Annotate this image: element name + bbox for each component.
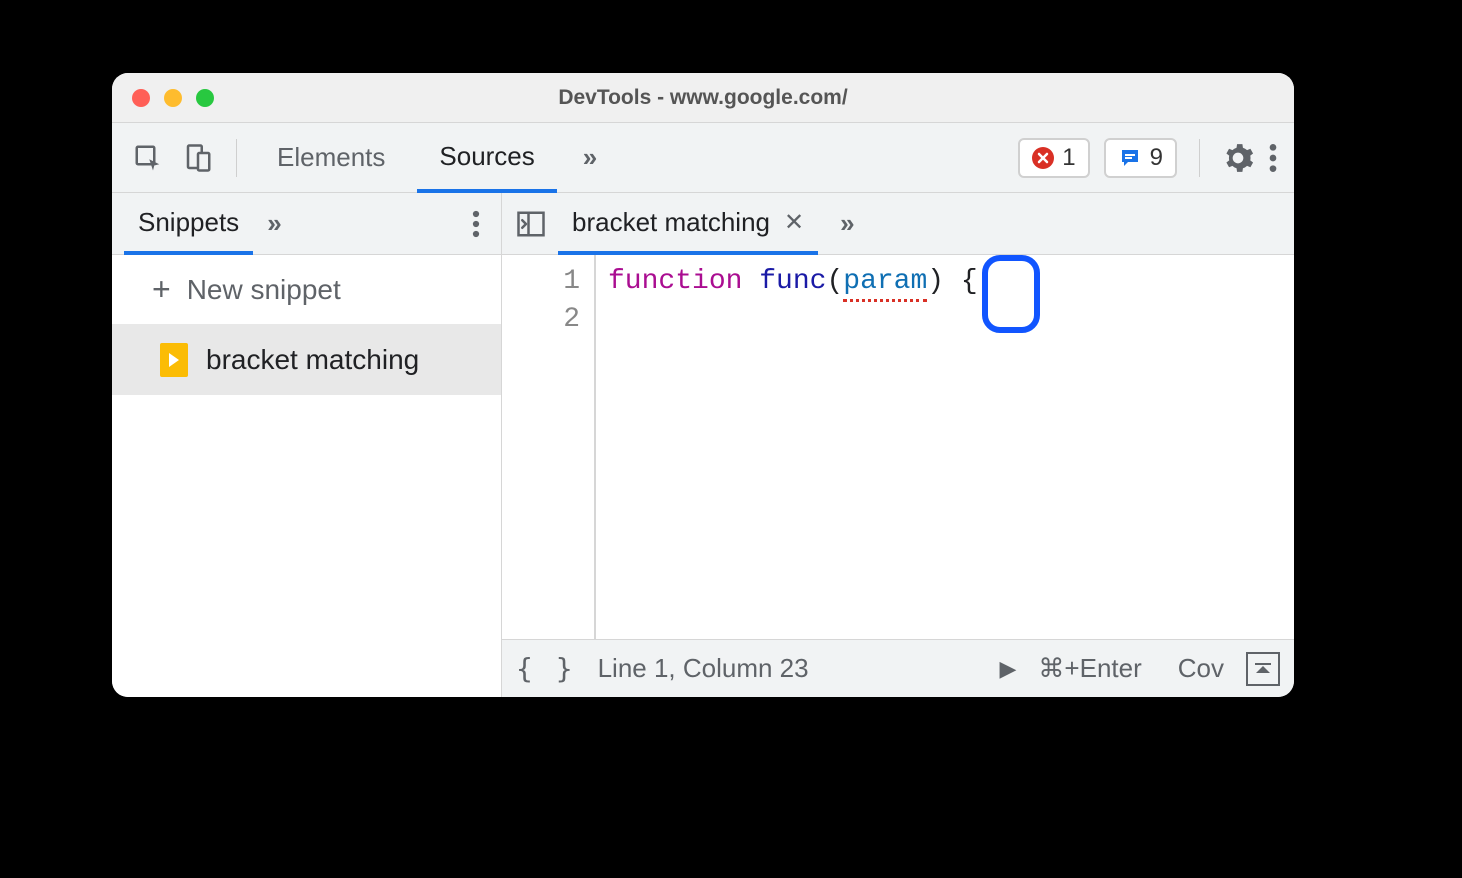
- titlebar: DevTools - www.google.com/: [112, 73, 1294, 123]
- token-keyword: function: [608, 266, 742, 297]
- snippet-file-icon: [160, 343, 188, 377]
- new-snippet-button[interactable]: + New snippet: [112, 255, 501, 325]
- cursor-position: Line 1, Column 23: [598, 653, 809, 684]
- messages-button[interactable]: 9: [1104, 138, 1177, 178]
- main-toolbar: Elements Sources » 1 9: [112, 123, 1294, 193]
- tab-sources[interactable]: Sources: [417, 124, 556, 193]
- sidebar-tabs: Snippets »: [112, 193, 501, 255]
- errors-count: 1: [1062, 144, 1075, 172]
- editor-tab-active[interactable]: bracket matching ✕: [558, 194, 818, 255]
- settings-icon[interactable]: [1222, 142, 1254, 174]
- body-area: Snippets » + New snippet bracket matchin…: [112, 193, 1294, 697]
- snippet-item-label: bracket matching: [206, 344, 419, 376]
- editor-tabs: bracket matching ✕ »: [502, 193, 1294, 255]
- sidebar-more-icon[interactable]: [471, 209, 489, 239]
- tab-elements[interactable]: Elements: [255, 123, 407, 192]
- more-menu-icon[interactable]: [1268, 142, 1278, 174]
- token-brace: {: [961, 266, 978, 297]
- inspect-element-icon[interactable]: [128, 138, 168, 178]
- editor-panel: bracket matching ✕ » 1 2 function func(p…: [502, 193, 1294, 697]
- code-line: function func(param) {: [608, 263, 978, 301]
- code-editor[interactable]: 1 2 function func(param) {: [502, 255, 1294, 639]
- error-icon: [1032, 147, 1054, 169]
- messages-count: 9: [1150, 144, 1163, 172]
- close-tab-icon[interactable]: ✕: [784, 208, 804, 237]
- snippet-item[interactable]: bracket matching: [112, 325, 501, 395]
- tabs-overflow-icon[interactable]: »: [567, 142, 613, 173]
- message-icon: [1118, 146, 1142, 170]
- new-snippet-label: New snippet: [187, 274, 341, 306]
- sidebar-overflow-icon[interactable]: »: [253, 208, 295, 239]
- code-content[interactable]: function func(param) {: [596, 255, 978, 639]
- token-function-name: func: [759, 266, 826, 297]
- window-title: DevTools - www.google.com/: [112, 86, 1294, 110]
- highlight-annotation: [982, 255, 1040, 333]
- device-toggle-icon[interactable]: [178, 138, 218, 178]
- toolbar-divider: [1199, 139, 1200, 177]
- navigator-toggle-icon[interactable]: [512, 205, 550, 243]
- minimize-window-button[interactable]: [164, 89, 182, 107]
- line-gutter: 1 2: [502, 255, 596, 639]
- coverage-label[interactable]: Cov: [1178, 653, 1224, 684]
- sidebar: Snippets » + New snippet bracket matchin…: [112, 193, 502, 697]
- pretty-print-button[interactable]: { }: [516, 652, 576, 685]
- maximize-window-button[interactable]: [196, 89, 214, 107]
- run-icon[interactable]: ▶: [1000, 656, 1017, 682]
- drawer-toggle-icon[interactable]: [1246, 652, 1280, 686]
- line-number: 2: [502, 301, 580, 339]
- close-window-button[interactable]: [132, 89, 150, 107]
- sidebar-tab-snippets[interactable]: Snippets: [124, 194, 253, 255]
- toolbar-right: 1 9: [1018, 138, 1278, 178]
- errors-button[interactable]: 1: [1018, 138, 1089, 178]
- traffic-lights: [112, 89, 214, 107]
- devtools-window: DevTools - www.google.com/ Elements Sour…: [112, 73, 1294, 697]
- editor-statusbar: { } Line 1, Column 23 ▶ ⌘+Enter Cov: [502, 639, 1294, 697]
- plus-icon: +: [152, 271, 171, 308]
- token-parameter: param: [843, 266, 927, 302]
- toolbar-divider: [236, 139, 237, 177]
- token-paren: ): [927, 266, 944, 297]
- line-number: 1: [502, 263, 580, 301]
- run-shortcut-label: ⌘+Enter: [1038, 653, 1141, 684]
- editor-tabs-overflow-icon[interactable]: »: [826, 208, 868, 239]
- token-paren: (: [826, 266, 843, 297]
- editor-tab-label: bracket matching: [572, 207, 770, 238]
